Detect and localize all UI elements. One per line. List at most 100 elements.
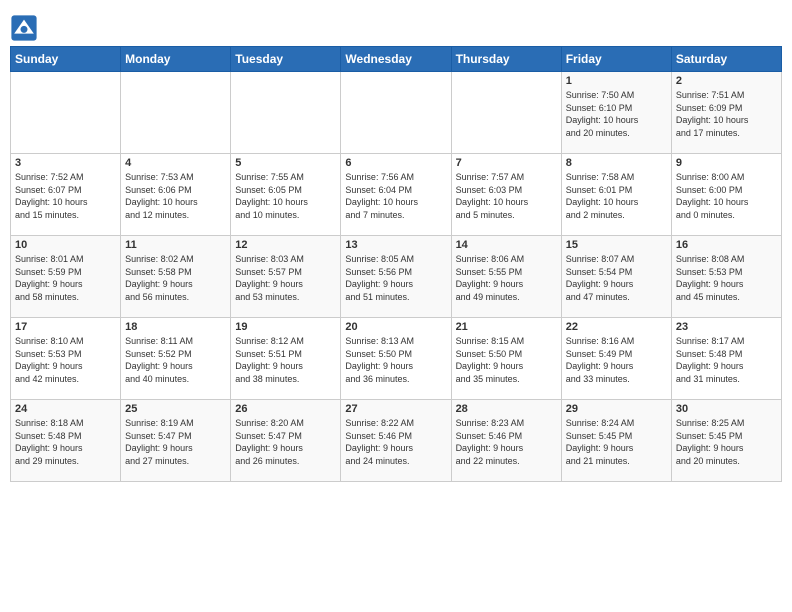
header-cell-friday: Friday [561, 47, 671, 72]
day-cell: 7Sunrise: 7:57 AM Sunset: 6:03 PM Daylig… [451, 154, 561, 236]
day-info: Sunrise: 8:10 AM Sunset: 5:53 PM Dayligh… [15, 335, 116, 385]
day-cell: 1 Sunrise: 7:50 AM Sunset: 6:10 PM Daylig… [561, 72, 671, 154]
day-info: Sunrise: 8:19 AM Sunset: 5:47 PM Dayligh… [125, 417, 226, 467]
day-number: 2 [676, 75, 777, 87]
day-cell: 13 Sunrise: 8:05 AM Sunset: 5:56 PM Dayli… [341, 236, 451, 318]
day-cell: 27 Sunrise: 8:22 AM Sunset: 5:46 PM Dayli… [341, 400, 451, 482]
day-cell: 8 Sunrise: 7:58 AM Sunset: 6:01 PM Daylig… [561, 154, 671, 236]
day-info: Sunrise: 8:22 AM Sunset: 5:46 PM Dayligh… [345, 417, 446, 467]
day-info: Sunrise: 8:03 AM Sunset: 5:57 PM Dayligh… [235, 253, 336, 303]
day-number: 17 [15, 321, 116, 333]
day-cell: 6 Sunrise: 7:56 AM Sunset: 6:04 PM Daylig… [341, 154, 451, 236]
header-cell-thursday: Thursday [451, 47, 561, 72]
day-info: Sunrise: 8:01 AM Sunset: 5:59 PM Dayligh… [15, 253, 116, 303]
day-info: Sunrise: 8:02 AM Sunset: 5:58 PM Dayligh… [125, 253, 226, 303]
day-info: Sunrise: 8:08 AM Sunset: 5:53 PM Dayligh… [676, 253, 777, 303]
day-info: Sunrise: 8:12 AM Sunset: 5:51 PM Dayligh… [235, 335, 336, 385]
day-cell: 17 Sunrise: 8:10 AM Sunset: 5:53 PM Dayli… [11, 318, 121, 400]
day-info: Sunrise: 7:58 AM Sunset: 6:01 PM Dayligh… [566, 171, 667, 221]
day-cell [11, 72, 121, 154]
day-cell: 16Sunrise: 8:08 AM Sunset: 5:53 PM Dayli… [671, 236, 781, 318]
day-info: Sunrise: 8:23 AM Sunset: 5:46 PM Dayligh… [456, 417, 557, 467]
header-cell-tuesday: Tuesday [231, 47, 341, 72]
day-cell: 22Sunrise: 8:16 AM Sunset: 5:49 PM Dayli… [561, 318, 671, 400]
day-info: Sunrise: 8:24 AM Sunset: 5:45 PM Dayligh… [566, 417, 667, 467]
day-number: 18 [125, 321, 226, 333]
day-info: Sunrise: 8:13 AM Sunset: 5:50 PM Dayligh… [345, 335, 446, 385]
day-cell: 23 Sunrise: 8:17 AM Sunset: 5:48 PM Dayli… [671, 318, 781, 400]
day-info: Sunrise: 8:05 AM Sunset: 5:56 PM Dayligh… [345, 253, 446, 303]
day-number: 10 [15, 239, 116, 251]
day-info: Sunrise: 8:00 AM Sunset: 6:00 PM Dayligh… [676, 171, 777, 221]
day-info: Sunrise: 7:56 AM Sunset: 6:04 PM Dayligh… [345, 171, 446, 221]
day-number: 26 [235, 403, 336, 415]
page-header [10, 10, 782, 42]
day-number: 19 [235, 321, 336, 333]
day-cell: 12 Sunrise: 8:03 AM Sunset: 5:57 PM Dayli… [231, 236, 341, 318]
week-row-3: 17 Sunrise: 8:10 AM Sunset: 5:53 PM Dayli… [11, 318, 782, 400]
day-info: Sunrise: 8:25 AM Sunset: 5:45 PM Dayligh… [676, 417, 777, 467]
day-cell: 26 Sunrise: 8:20 AM Sunset: 5:47 PM Dayli… [231, 400, 341, 482]
day-number: 1 [566, 75, 667, 87]
day-number: 14 [456, 239, 557, 251]
logo-icon [10, 14, 38, 42]
day-cell: 25 Sunrise: 8:19 AM Sunset: 5:47 PM Dayli… [121, 400, 231, 482]
day-number: 4 [125, 157, 226, 169]
day-number: 27 [345, 403, 446, 415]
day-info: Sunrise: 8:18 AM Sunset: 5:48 PM Dayligh… [15, 417, 116, 467]
day-cell [451, 72, 561, 154]
day-number: 6 [345, 157, 446, 169]
day-info: Sunrise: 8:11 AM Sunset: 5:52 PM Dayligh… [125, 335, 226, 385]
day-number: 25 [125, 403, 226, 415]
day-number: 21 [456, 321, 557, 333]
day-cell: 15 Sunrise: 8:07 AM Sunset: 5:54 PM Dayli… [561, 236, 671, 318]
day-cell: 14 Sunrise: 8:06 AM Sunset: 5:55 PM Dayli… [451, 236, 561, 318]
calendar-table: SundayMondayTuesdayWednesdayThursdayFrid… [10, 46, 782, 482]
day-cell: 5Sunrise: 7:55 AM Sunset: 6:05 PM Daylig… [231, 154, 341, 236]
calendar-header: SundayMondayTuesdayWednesdayThursdayFrid… [11, 47, 782, 72]
day-number: 20 [345, 321, 446, 333]
day-number: 12 [235, 239, 336, 251]
day-cell: 21 Sunrise: 8:15 AM Sunset: 5:50 PM Dayli… [451, 318, 561, 400]
day-number: 15 [566, 239, 667, 251]
day-cell [341, 72, 451, 154]
calendar-body: 1 Sunrise: 7:50 AM Sunset: 6:10 PM Daylig… [11, 72, 782, 482]
day-info: Sunrise: 8:15 AM Sunset: 5:50 PM Dayligh… [456, 335, 557, 385]
day-number: 11 [125, 239, 226, 251]
day-cell: 2Sunrise: 7:51 AM Sunset: 6:09 PM Daylig… [671, 72, 781, 154]
day-info: Sunrise: 8:06 AM Sunset: 5:55 PM Dayligh… [456, 253, 557, 303]
header-cell-saturday: Saturday [671, 47, 781, 72]
day-number: 7 [456, 157, 557, 169]
day-cell [231, 72, 341, 154]
day-number: 5 [235, 157, 336, 169]
week-row-4: 24Sunrise: 8:18 AM Sunset: 5:48 PM Dayli… [11, 400, 782, 482]
day-cell: 29 Sunrise: 8:24 AM Sunset: 5:45 PM Dayli… [561, 400, 671, 482]
week-row-2: 10 Sunrise: 8:01 AM Sunset: 5:59 PM Dayli… [11, 236, 782, 318]
day-info: Sunrise: 8:16 AM Sunset: 5:49 PM Dayligh… [566, 335, 667, 385]
logo [10, 10, 40, 42]
day-cell: 3Sunrise: 7:52 AM Sunset: 6:07 PM Daylig… [11, 154, 121, 236]
header-cell-monday: Monday [121, 47, 231, 72]
day-cell: 4Sunrise: 7:53 AM Sunset: 6:06 PM Daylig… [121, 154, 231, 236]
header-cell-wednesday: Wednesday [341, 47, 451, 72]
day-info: Sunrise: 7:50 AM Sunset: 6:10 PM Dayligh… [566, 89, 667, 139]
day-number: 23 [676, 321, 777, 333]
day-info: Sunrise: 8:20 AM Sunset: 5:47 PM Dayligh… [235, 417, 336, 467]
day-number: 30 [676, 403, 777, 415]
day-info: Sunrise: 8:07 AM Sunset: 5:54 PM Dayligh… [566, 253, 667, 303]
day-number: 3 [15, 157, 116, 169]
day-number: 8 [566, 157, 667, 169]
day-info: Sunrise: 8:17 AM Sunset: 5:48 PM Dayligh… [676, 335, 777, 385]
day-cell: 24Sunrise: 8:18 AM Sunset: 5:48 PM Dayli… [11, 400, 121, 482]
day-cell: 20 Sunrise: 8:13 AM Sunset: 5:50 PM Dayli… [341, 318, 451, 400]
day-number: 9 [676, 157, 777, 169]
day-cell [121, 72, 231, 154]
header-row: SundayMondayTuesdayWednesdayThursdayFrid… [11, 47, 782, 72]
week-row-0: 1 Sunrise: 7:50 AM Sunset: 6:10 PM Daylig… [11, 72, 782, 154]
day-cell: 18 Sunrise: 8:11 AM Sunset: 5:52 PM Dayli… [121, 318, 231, 400]
week-row-1: 3Sunrise: 7:52 AM Sunset: 6:07 PM Daylig… [11, 154, 782, 236]
day-number: 13 [345, 239, 446, 251]
day-cell: 11 Sunrise: 8:02 AM Sunset: 5:58 PM Dayli… [121, 236, 231, 318]
day-number: 29 [566, 403, 667, 415]
day-number: 28 [456, 403, 557, 415]
